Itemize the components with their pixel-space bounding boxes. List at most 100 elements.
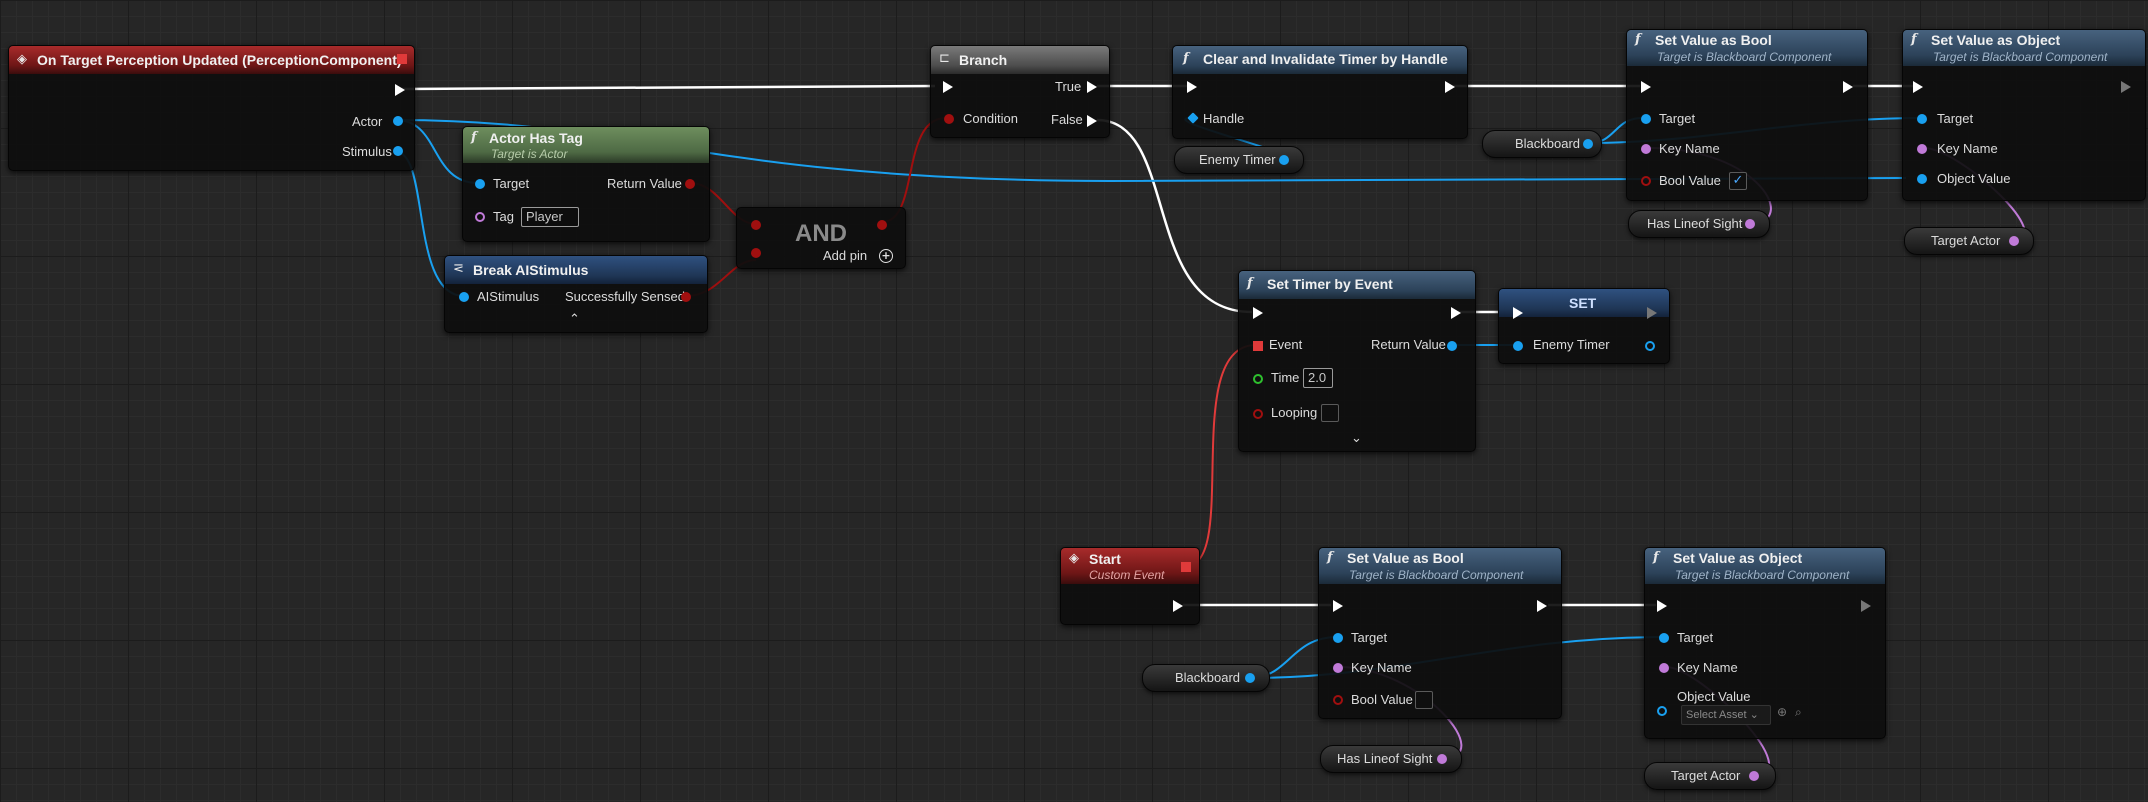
set-bool-key-name-pin-top[interactable]: [1641, 144, 1651, 154]
and-output-pin[interactable]: [877, 220, 887, 230]
target-actor-output-pin-bottom[interactable]: [1749, 771, 1759, 781]
event-diamond-icon: ◈: [1069, 551, 1079, 566]
actor-output-pin[interactable]: [393, 116, 403, 126]
bool-value-checkbox-bottom[interactable]: [1415, 691, 1433, 709]
set-enemy-timer-input-pin[interactable]: [1513, 341, 1523, 351]
actor-has-tag-node[interactable]: f Actor Has Tag Target is Actor Target R…: [462, 126, 710, 242]
time-label: Time: [1271, 370, 1300, 385]
set-value-as-object-node-top[interactable]: f Set Value as Object Target is Blackboa…: [1902, 29, 2146, 201]
set-object-target-pin-bottom[interactable]: [1659, 633, 1669, 643]
set-timer-return-value-pin[interactable]: [1447, 341, 1457, 351]
and-input-pin-a[interactable]: [751, 220, 761, 230]
break-aistimulus-node[interactable]: ⋜ Break AIStimulus AIStimulus Successful…: [444, 255, 708, 333]
set-value-as-bool-node-top[interactable]: f Set Value as Bool Target is Blackboard…: [1626, 29, 1868, 201]
bool-value-checkbox-top[interactable]: ✓: [1729, 172, 1747, 190]
looping-input-pin[interactable]: [1253, 409, 1263, 419]
object-value-label-bottom: Object Value: [1677, 689, 1751, 704]
start-custom-event-node[interactable]: ◈ Start Custom Event: [1060, 547, 1200, 625]
set-object-exec-output-top[interactable]: [2121, 81, 2131, 93]
add-pin-icon[interactable]: +: [879, 249, 893, 263]
set-object-key-name-pin-bottom[interactable]: [1659, 663, 1669, 673]
function-icon: f: [1911, 32, 1917, 47]
set-enemy-timer-output-pin[interactable]: [1645, 341, 1655, 351]
target-actor-output-pin-top[interactable]: [2009, 236, 2019, 246]
add-pin-label[interactable]: Add pin: [823, 248, 867, 263]
set-object-target-pin-top[interactable]: [1917, 114, 1927, 124]
set-timer-title: Set Timer by Event: [1267, 276, 1393, 292]
condition-input-pin[interactable]: [944, 114, 954, 124]
delegate-output-pin[interactable]: [397, 54, 407, 64]
set-bool-exec-input-top[interactable]: [1641, 81, 1651, 93]
set-bool-exec-output-bottom[interactable]: [1537, 600, 1547, 612]
clear-timer-exec-output[interactable]: [1445, 81, 1455, 93]
start-exec-output[interactable]: [1173, 600, 1183, 612]
set-node-title: SET: [1569, 295, 1597, 311]
branch-exec-input-pin[interactable]: [943, 81, 953, 93]
time-input-pin[interactable]: [1253, 374, 1263, 384]
target-actor-variable-bottom[interactable]: Target Actor: [1644, 762, 1776, 790]
set-bool-target-pin-top[interactable]: [1641, 114, 1651, 124]
event-node-on-target-perception-updated[interactable]: ◈ On Target Perception Updated (Percepti…: [8, 45, 415, 171]
blackboard-output-pin-bottom[interactable]: [1245, 673, 1255, 683]
event-delegate-input-pin[interactable]: [1253, 341, 1263, 351]
return-value-output-pin[interactable]: [685, 179, 695, 189]
enemy-timer-output-pin[interactable]: [1279, 155, 1289, 165]
object-value-pin-bottom[interactable]: [1657, 706, 1667, 716]
clear-timer-exec-input[interactable]: [1187, 81, 1197, 93]
set-timer-exec-output[interactable]: [1451, 307, 1461, 319]
set-value-as-bool-node-bottom[interactable]: f Set Value as Bool Target is Blackboard…: [1318, 547, 1562, 719]
bool-value-pin-top[interactable]: [1641, 176, 1651, 186]
blackboard-output-pin-top[interactable]: [1583, 139, 1593, 149]
and-node[interactable]: AND Add pin +: [736, 207, 906, 269]
looping-checkbox[interactable]: [1321, 404, 1339, 422]
bool-value-pin-bottom[interactable]: [1333, 695, 1343, 705]
false-exec-output-pin[interactable]: [1087, 115, 1097, 127]
set-object-exec-output-bottom[interactable]: [1861, 600, 1871, 612]
has-lineof-sight-variable-top[interactable]: Has Lineof Sight: [1628, 210, 1770, 238]
exec-output-pin[interactable]: [395, 84, 405, 96]
set-bool-target-label-bottom: Target: [1351, 630, 1388, 645]
browse-asset-icon[interactable]: ⌕: [1795, 705, 1802, 720]
blueprint-graph-canvas[interactable]: ◈ On Target Perception Updated (Percepti…: [0, 0, 2148, 802]
expand-chevron-icon[interactable]: ⌄: [1351, 431, 1362, 446]
blackboard-variable-node-bottom[interactable]: Blackboard: [1142, 664, 1270, 692]
true-exec-output-pin[interactable]: [1087, 81, 1097, 93]
target-actor-variable-top[interactable]: Target Actor: [1904, 227, 2034, 255]
select-asset-dropdown[interactable]: Select Asset ⌄: [1681, 705, 1771, 725]
has-lineof-sight-output-pin-bottom[interactable]: [1437, 754, 1447, 764]
handle-input-pin[interactable]: [1187, 112, 1199, 124]
has-lineof-sight-variable-bottom[interactable]: Has Lineof Sight: [1320, 745, 1462, 773]
enemy-timer-variable-node[interactable]: Enemy Timer: [1174, 146, 1304, 174]
object-value-pin-top[interactable]: [1917, 174, 1927, 184]
set-timer-exec-input[interactable]: [1253, 307, 1263, 319]
successfully-sensed-output-pin[interactable]: [681, 292, 691, 302]
set-object-exec-input-top[interactable]: [1913, 81, 1923, 93]
set-bool-exec-input-bottom[interactable]: [1333, 600, 1343, 612]
time-value-input[interactable]: 2.0: [1303, 368, 1333, 388]
set-value-as-object-node-bottom[interactable]: f Set Value as Object Target is Blackboa…: [1644, 547, 1886, 739]
set-object-exec-input-bottom[interactable]: [1657, 600, 1667, 612]
branch-node[interactable]: ⊏ Branch True Condition False: [930, 45, 1110, 138]
use-selected-asset-icon[interactable]: ⊕: [1777, 705, 1787, 719]
tag-value-input[interactable]: Player: [521, 207, 579, 227]
collapse-chevron-icon[interactable]: ⌃: [569, 312, 580, 327]
set-bool-target-pin-bottom[interactable]: [1333, 633, 1343, 643]
start-delegate-output-pin[interactable]: [1181, 562, 1191, 572]
and-input-pin-b[interactable]: [751, 248, 761, 258]
aistimulus-input-pin[interactable]: [459, 292, 469, 302]
tag-input-pin[interactable]: [475, 212, 485, 222]
stimulus-output-pin[interactable]: [393, 146, 403, 156]
target-input-pin[interactable]: [475, 179, 485, 189]
set-bool-exec-output-top[interactable]: [1843, 81, 1853, 93]
clear-invalidate-timer-node[interactable]: f Clear and Invalidate Timer by Handle H…: [1172, 45, 1468, 139]
set-exec-input[interactable]: [1513, 307, 1523, 319]
set-timer-by-event-node[interactable]: f Set Timer by Event Event Return Value …: [1238, 270, 1476, 452]
exec-wire-event-to-branch: [401, 84, 936, 91]
set-enemy-timer-node[interactable]: SET Enemy Timer: [1498, 288, 1670, 364]
set-object-key-name-pin-top[interactable]: [1917, 144, 1927, 154]
set-bool-key-name-pin-bottom[interactable]: [1333, 663, 1343, 673]
blackboard-variable-node-top[interactable]: Blackboard: [1482, 130, 1602, 158]
set-bool-title-bottom: Set Value as Bool: [1347, 550, 1464, 566]
set-exec-output[interactable]: [1647, 307, 1657, 319]
has-lineof-sight-output-pin-top[interactable]: [1745, 219, 1755, 229]
